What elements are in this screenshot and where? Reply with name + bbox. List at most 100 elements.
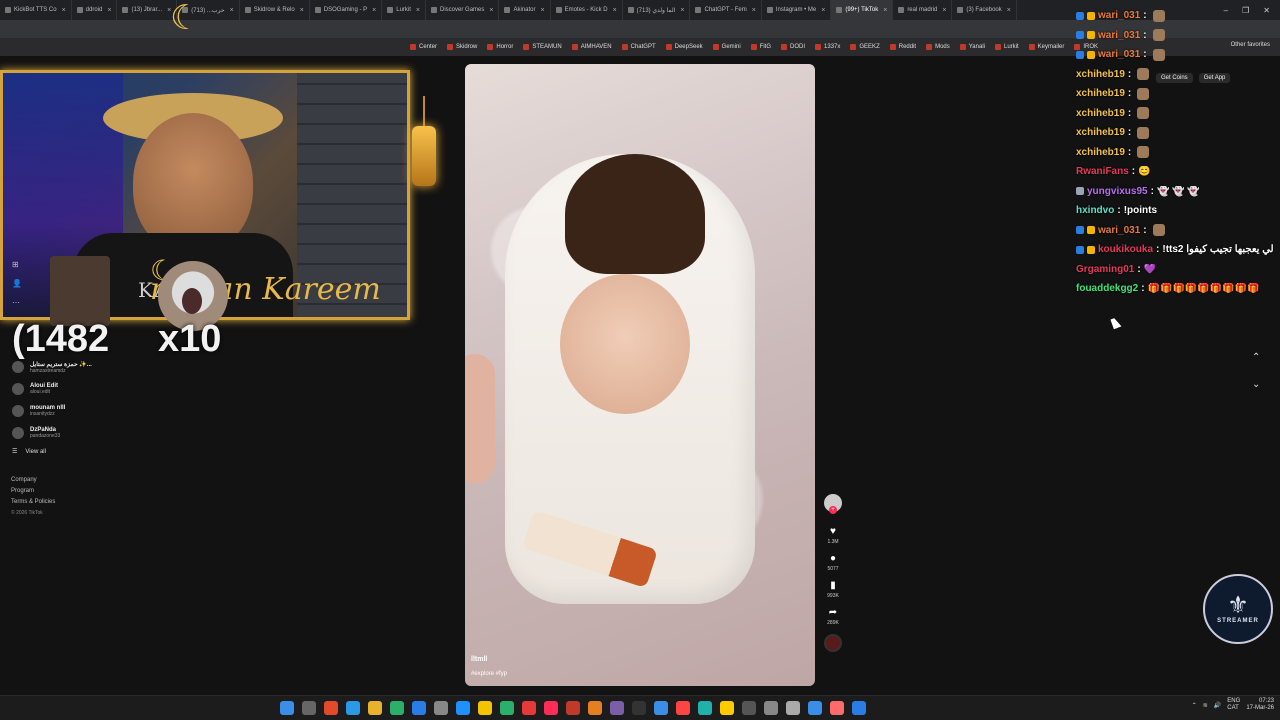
next-video-icon[interactable]: ⌄ — [1252, 379, 1260, 390]
tab-close-icon[interactable]: × — [489, 7, 493, 14]
chat-username[interactable]: yungvixus95 — [1087, 186, 1148, 197]
like-button[interactable]: ♥ 1.3M — [827, 526, 838, 545]
taskbar-app-icon[interactable] — [368, 701, 382, 715]
tray-chevron-icon[interactable]: ⌃ — [1192, 702, 1197, 709]
browser-tab[interactable]: KickBot TTS Co × — [0, 0, 72, 20]
tab-close-icon[interactable]: × — [62, 7, 66, 14]
bookmark-item[interactable]: Skidrow — [447, 44, 477, 50]
following-item[interactable]: Aloui Edit aloui.edit — [12, 378, 112, 400]
volume-icon[interactable]: 🔊 — [1214, 702, 1221, 709]
bookmark-item[interactable]: Gemini — [712, 44, 741, 50]
taskbar-app-icon[interactable] — [808, 701, 822, 715]
video-hashtags[interactable]: #explore #fyp — [471, 671, 507, 677]
chat-username[interactable]: xchiheb19 — [1076, 108, 1125, 119]
profile-icon[interactable]: 👤 — [12, 279, 22, 288]
footer-company[interactable]: Company — [11, 477, 55, 483]
taskbar-app-icon[interactable] — [830, 701, 844, 715]
taskbar-app-icon[interactable] — [786, 701, 800, 715]
browser-tab[interactable]: Discover Games × — [426, 0, 500, 20]
taskbar-app-icon[interactable] — [654, 701, 668, 715]
tab-close-icon[interactable]: × — [883, 7, 887, 14]
more-icon[interactable]: ⋯ — [12, 298, 22, 307]
taskbar-app-icon[interactable] — [500, 701, 514, 715]
taskbar-app-icon[interactable] — [566, 701, 580, 715]
bookmark-item[interactable]: AIMHAVEN — [571, 44, 612, 50]
browser-tab[interactable]: Skidrow & Relo × — [240, 0, 310, 20]
browser-tab[interactable]: DSOGaming - P × — [310, 0, 383, 20]
browser-tab[interactable]: ddroid × — [72, 0, 118, 20]
bookmark-item[interactable]: Yanali — [959, 44, 985, 50]
follow-plus-icon[interactable]: + — [829, 506, 837, 514]
following-item[interactable]: mounam nlll insanitydzz — [12, 400, 112, 422]
bookmark-item[interactable]: STEAMUN — [523, 44, 562, 50]
video-player[interactable]: lltmll #explore #fyp — [465, 64, 815, 686]
browser-tab[interactable]: Lurkit × — [382, 0, 427, 20]
chat-username[interactable]: fouaddekgg2 — [1076, 283, 1138, 294]
taskbar-app-icon[interactable] — [346, 701, 360, 715]
tab-close-icon[interactable]: × — [230, 7, 234, 14]
bookmark-item[interactable]: GEEKZ — [850, 44, 880, 50]
taskbar-app-icon[interactable] — [632, 701, 646, 715]
taskbar-app-icon[interactable] — [302, 701, 316, 715]
taskbar-app-icon[interactable] — [610, 701, 624, 715]
browser-tab[interactable]: Emotes - Kick D × — [551, 0, 623, 20]
browser-tab[interactable]: real madrid × — [893, 0, 953, 20]
bookmark-item[interactable]: ChatGPT — [621, 44, 656, 50]
footer-terms[interactable]: Terms & Policies — [11, 499, 55, 505]
music-disc-icon[interactable] — [824, 634, 842, 652]
browser-tab[interactable]: (713) الما ولدي × — [623, 0, 691, 20]
taskbar-app-icon[interactable] — [698, 701, 712, 715]
share-button[interactable]: ➦ 289K — [827, 607, 839, 626]
tab-close-icon[interactable]: × — [372, 7, 376, 14]
tab-close-icon[interactable]: × — [942, 7, 946, 14]
tab-close-icon[interactable]: × — [752, 7, 756, 14]
following-item[interactable]: حمزة ستريم ستايل ✨... hamzastreamdz — [12, 356, 112, 378]
browser-tab[interactable]: (3) Facebook × — [952, 0, 1017, 20]
taskbar-app-icon[interactable] — [324, 701, 338, 715]
bookmark-item[interactable]: Keymailer — [1028, 44, 1064, 50]
footer-program[interactable]: Program — [11, 488, 55, 494]
chat-username[interactable]: Grgaming01 — [1076, 264, 1134, 275]
save-button[interactable]: ▮ 993K — [827, 580, 839, 599]
taskbar-app-icon[interactable] — [522, 701, 536, 715]
browser-tab[interactable]: (13) Jbrar... × — [117, 0, 178, 20]
comment-button[interactable]: ● 5077 — [827, 553, 838, 572]
bookmark-item[interactable]: Horror — [487, 44, 513, 50]
chat-username[interactable]: hxindvo — [1076, 205, 1114, 216]
bookmark-item[interactable]: DeepSeek — [665, 44, 703, 50]
taskbar-app-icon[interactable] — [434, 701, 448, 715]
taskbar-app-icon[interactable] — [852, 701, 866, 715]
bookmark-item[interactable]: DODI — [781, 44, 805, 50]
creator-avatar[interactable]: + — [824, 494, 842, 514]
taskbar-app-icon[interactable] — [588, 701, 602, 715]
bookmark-item[interactable]: Mods — [926, 44, 950, 50]
chat-username[interactable]: wari_031 — [1098, 49, 1140, 60]
chat-username[interactable]: koukikouka — [1098, 244, 1153, 255]
previous-video-icon[interactable]: ⌃ — [1252, 352, 1260, 363]
browser-tab[interactable]: (99+) TikTok × — [831, 0, 894, 20]
taskbar-app-icon[interactable] — [478, 701, 492, 715]
taskbar-app-icon[interactable] — [544, 701, 558, 715]
taskbar-app-icon[interactable] — [720, 701, 734, 715]
bookmark-item[interactable]: Reddit — [889, 44, 916, 50]
following-item[interactable]: DzPaNda pandazone33 — [12, 422, 112, 444]
bookmark-item[interactable]: Lurkit — [994, 44, 1019, 50]
taskbar-app-icon[interactable] — [280, 701, 294, 715]
taskbar-app-icon[interactable] — [390, 701, 404, 715]
video-username[interactable]: lltmll — [471, 656, 487, 663]
tab-close-icon[interactable]: × — [1007, 7, 1011, 14]
bookmark-item[interactable]: Center — [410, 44, 437, 50]
upload-icon[interactable]: ⊞ — [12, 260, 22, 269]
language-indicator[interactable]: ENG CAT — [1227, 698, 1240, 712]
taskbar-app-icon[interactable] — [676, 701, 690, 715]
tab-close-icon[interactable]: × — [821, 7, 825, 14]
tab-close-icon[interactable]: × — [540, 7, 544, 14]
taskbar-app-icon[interactable] — [764, 701, 778, 715]
chat-username[interactable]: xchiheb19 — [1076, 147, 1125, 158]
bookmark-item[interactable]: FitG — [750, 44, 771, 50]
chat-username[interactable]: RwaniFans — [1076, 166, 1129, 177]
browser-tab[interactable]: Akinator × — [499, 0, 551, 20]
taskbar-app-icon[interactable] — [412, 701, 426, 715]
view-all-link[interactable]: ☰ View all — [12, 448, 112, 456]
clock[interactable]: 07:23 17-Mar-26 — [1246, 698, 1274, 712]
